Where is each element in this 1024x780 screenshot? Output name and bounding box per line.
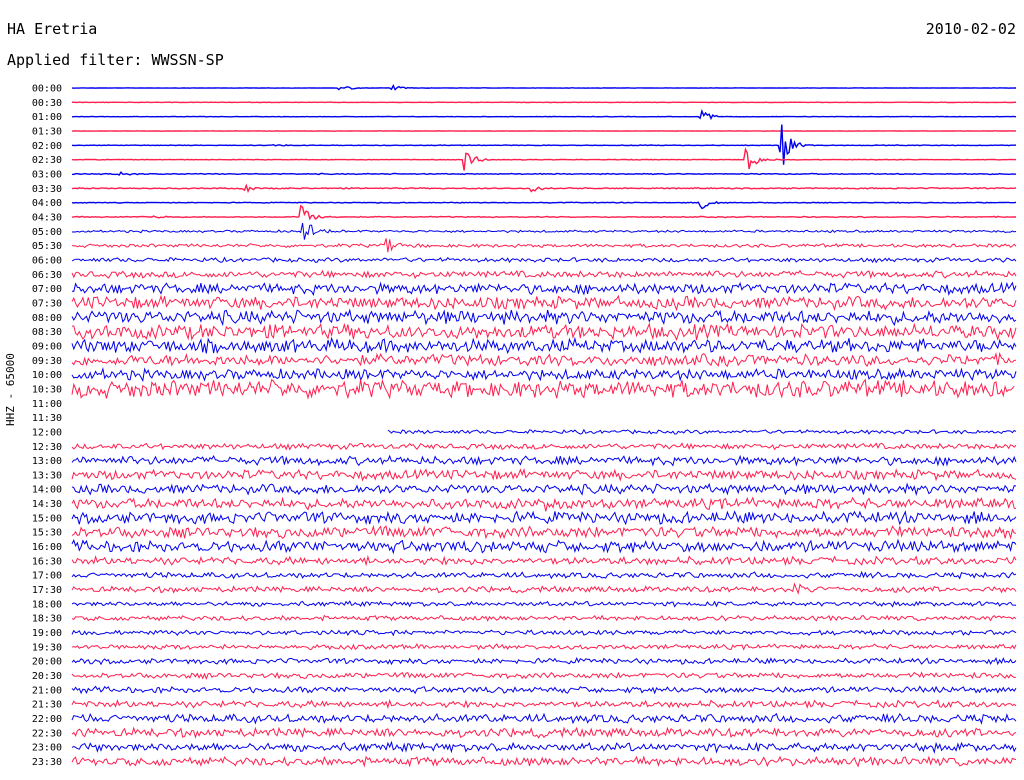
helicorder-plot: 00:00 00:30 01:00 01:30 02:00 02:30 03:00 03:30… bbox=[32, 83, 1017, 769]
time-tick-21:00: 21:00 bbox=[32, 685, 62, 696]
trace-row-03:30 bbox=[72, 183, 1017, 194]
trace-row-15:00 bbox=[71, 510, 1017, 526]
time-tick-23:30: 23:30 bbox=[32, 757, 62, 768]
trace-row-07:30 bbox=[71, 294, 1017, 312]
trace-row-19:30 bbox=[71, 643, 1017, 651]
time-tick-08:30: 08:30 bbox=[32, 327, 62, 338]
trace-row-13:30 bbox=[71, 467, 1017, 482]
time-tick-18:00: 18:00 bbox=[32, 599, 62, 610]
time-tick-06:30: 06:30 bbox=[32, 270, 62, 281]
time-tick-11:30: 11:30 bbox=[32, 413, 62, 424]
trace-row-17:30 bbox=[71, 582, 1017, 595]
time-tick-07:30: 07:30 bbox=[32, 298, 62, 309]
trace-row-08:30 bbox=[71, 322, 1017, 342]
time-tick-02:00: 02:00 bbox=[32, 141, 62, 152]
trace-row-06:00 bbox=[71, 256, 1017, 264]
time-tick-05:30: 05:30 bbox=[32, 241, 62, 252]
trace-row-20:00 bbox=[71, 656, 1017, 666]
time-tick-08:00: 08:00 bbox=[32, 313, 62, 324]
trace-row-00:00 bbox=[71, 83, 1016, 91]
time-tick-15:00: 15:00 bbox=[32, 513, 62, 524]
time-tick-22:00: 22:00 bbox=[32, 714, 62, 725]
time-tick-17:30: 17:30 bbox=[32, 585, 62, 596]
time-tick-10:00: 10:00 bbox=[32, 370, 62, 381]
time-tick-03:00: 03:00 bbox=[32, 169, 62, 180]
trace-row-17:00 bbox=[71, 570, 1017, 580]
trace-row-21:30 bbox=[71, 698, 1017, 710]
trace-row-10:30 bbox=[71, 378, 1015, 400]
trace-row-10:00 bbox=[71, 366, 1017, 383]
trace-row-12:30 bbox=[71, 442, 1017, 451]
time-tick-15:30: 15:30 bbox=[32, 528, 62, 539]
trace-row-03:00 bbox=[71, 171, 1017, 176]
time-tick-14:00: 14:00 bbox=[32, 485, 62, 496]
time-tick-19:00: 19:00 bbox=[32, 628, 62, 639]
time-tick-04:30: 04:30 bbox=[32, 212, 62, 223]
time-tick-12:30: 12:30 bbox=[32, 442, 62, 453]
time-tick-16:30: 16:30 bbox=[32, 556, 62, 567]
trace-row-05:30 bbox=[71, 238, 1017, 253]
time-tick-13:00: 13:00 bbox=[32, 456, 62, 467]
time-tick-23:00: 23:00 bbox=[32, 743, 62, 754]
time-tick-05:00: 05:00 bbox=[32, 227, 62, 238]
time-tick-21:30: 21:30 bbox=[32, 700, 62, 711]
seismic-traces bbox=[71, 83, 1017, 768]
trace-row-22:00 bbox=[71, 712, 1017, 725]
trace-row-16:00 bbox=[71, 538, 1017, 555]
trace-row-05:00 bbox=[71, 222, 1017, 240]
time-tick-14:30: 14:30 bbox=[32, 499, 62, 510]
time-tick-19:30: 19:30 bbox=[32, 642, 62, 653]
trace-row-09:00 bbox=[71, 336, 1017, 355]
trace-row-23:00 bbox=[71, 740, 1017, 754]
trace-row-01:00 bbox=[71, 108, 1017, 121]
time-tick-09:30: 09:30 bbox=[32, 356, 62, 367]
trace-row-07:00 bbox=[71, 281, 1017, 297]
trace-row-04:00 bbox=[71, 200, 1017, 210]
trace-row-08:00 bbox=[71, 308, 1017, 327]
time-tick-12:00: 12:00 bbox=[32, 427, 62, 438]
trace-row-18:00 bbox=[71, 600, 1017, 608]
time-tick-09:00: 09:00 bbox=[32, 341, 62, 352]
time-tick-01:00: 01:00 bbox=[32, 112, 62, 123]
trace-row-12:00 bbox=[387, 428, 1017, 435]
trace-row-02:30 bbox=[71, 146, 1017, 171]
time-tick-16:00: 16:00 bbox=[32, 542, 62, 553]
time-tick-20:00: 20:00 bbox=[32, 657, 62, 668]
time-tick-03:30: 03:30 bbox=[32, 184, 62, 195]
time-tick-01:30: 01:30 bbox=[32, 126, 62, 137]
trace-row-22:30 bbox=[71, 726, 1017, 739]
time-tick-00:00: 00:00 bbox=[32, 84, 62, 95]
trace-row-21:00 bbox=[71, 685, 1017, 695]
time-tick-11:00: 11:00 bbox=[32, 399, 62, 410]
time-tick-18:30: 18:30 bbox=[32, 614, 62, 625]
time-tick-22:30: 22:30 bbox=[32, 728, 62, 739]
time-tick-07:00: 07:00 bbox=[32, 284, 62, 295]
trace-row-15:30 bbox=[71, 524, 1017, 540]
time-tick-labels: 00:00 00:30 01:00 01:30 02:00 02:30 03:00 03:30… bbox=[32, 84, 62, 769]
time-tick-10:30: 10:30 bbox=[32, 384, 62, 395]
time-tick-06:00: 06:00 bbox=[32, 255, 62, 266]
trace-row-23:30 bbox=[71, 755, 1017, 768]
trace-row-14:00 bbox=[71, 482, 1017, 497]
time-tick-00:30: 00:30 bbox=[32, 98, 62, 109]
trace-row-06:30 bbox=[71, 269, 1017, 280]
time-tick-04:00: 04:00 bbox=[32, 198, 62, 209]
time-tick-20:30: 20:30 bbox=[32, 671, 62, 682]
trace-row-04:30 bbox=[71, 204, 1016, 221]
trace-row-13:00 bbox=[71, 454, 1017, 467]
time-tick-17:00: 17:00 bbox=[32, 571, 62, 582]
trace-row-18:30 bbox=[71, 614, 1017, 622]
trace-row-19:00 bbox=[71, 629, 1017, 637]
trace-row-14:30 bbox=[71, 496, 1017, 512]
trace-row-09:30 bbox=[71, 351, 1017, 368]
time-tick-13:30: 13:30 bbox=[32, 470, 62, 481]
trace-row-20:30 bbox=[71, 671, 1017, 680]
time-tick-02:30: 02:30 bbox=[32, 155, 62, 166]
trace-row-16:30 bbox=[71, 554, 1017, 567]
